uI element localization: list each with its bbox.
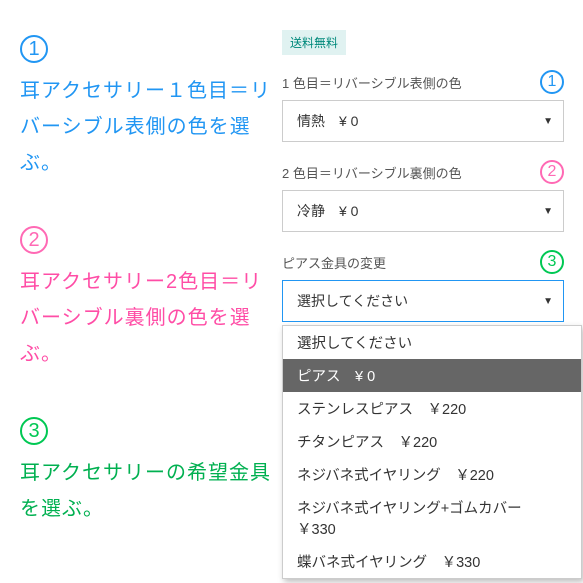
option-placeholder[interactable]: 選択してください — [283, 326, 581, 359]
color2-select[interactable]: 冷静 ¥ 0 — [282, 190, 564, 232]
step2-text: 耳アクセサリー2色目＝リバーシブル裏側の色を選ぶ。 — [20, 264, 275, 372]
option-screw-spring-cover[interactable]: ネジバネ式イヤリング+ゴムカバー ￥330 — [283, 491, 581, 545]
field2-label: 2 色目＝リバーシブル裏側の色 — [282, 163, 462, 182]
field1-number: 1 — [540, 70, 564, 94]
field3-label: ピアス金具の変更 — [282, 253, 386, 272]
step3-text: 耳アクセサリーの希望金具を選ぶ。 — [20, 455, 275, 527]
hardware-select[interactable]: 選択してください — [282, 280, 564, 322]
hardware-value: 選択してください — [297, 291, 408, 311]
field1-label: 1 色目＝リバーシブル表側の色 — [282, 73, 462, 92]
free-shipping-badge: 送料無料 — [282, 30, 346, 55]
option-screw-spring[interactable]: ネジバネ式イヤリング ￥220 — [283, 458, 581, 491]
step2-number: 2 — [20, 226, 48, 254]
option-stainless[interactable]: ステンレスピアス ￥220 — [283, 392, 581, 425]
option-titanium[interactable]: チタンピアス ￥220 — [283, 425, 581, 458]
field2-number: 2 — [540, 160, 564, 184]
step1-text: 耳アクセサリー１色目＝リバーシブル表側の色を選ぶ。 — [20, 73, 275, 181]
color1-select[interactable]: 情熱 ¥ 0 — [282, 100, 564, 142]
option-butterfly-spring[interactable]: 蝶バネ式イヤリング ￥330 — [283, 545, 581, 578]
step1-number: 1 — [20, 35, 48, 63]
step3-number: 3 — [20, 417, 48, 445]
field3-number: 3 — [540, 250, 564, 274]
option-pierce[interactable]: ピアス ¥ 0 — [283, 359, 581, 392]
color2-value: 冷静 ¥ 0 — [297, 201, 358, 221]
color1-value: 情熱 ¥ 0 — [297, 111, 358, 131]
hardware-dropdown: 選択してください ピアス ¥ 0 ステンレスピアス ￥220 チタンピアス ￥2… — [282, 325, 582, 579]
